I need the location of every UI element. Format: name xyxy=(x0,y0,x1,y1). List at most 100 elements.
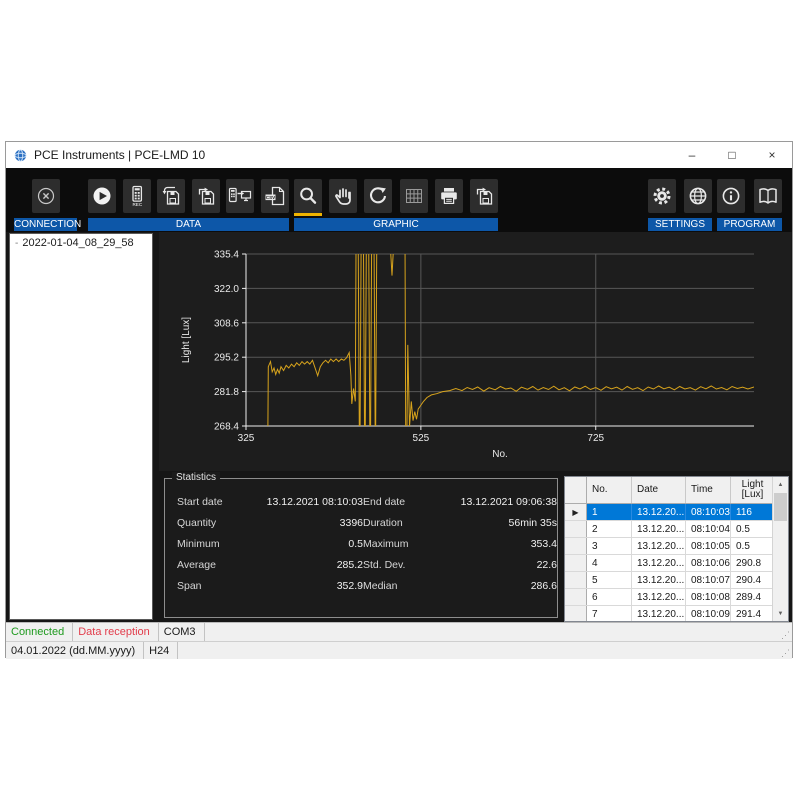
import-file-icon xyxy=(160,185,182,207)
table-row[interactable]: 213.12.20...08:10:040.5 xyxy=(565,521,788,538)
cell-no: 6 xyxy=(587,589,632,605)
language-button[interactable] xyxy=(684,179,712,213)
cell-time: 08:10:09 xyxy=(686,606,731,622)
row-marker xyxy=(565,606,587,622)
info-button[interactable] xyxy=(717,179,745,213)
svg-text:322.0: 322.0 xyxy=(214,284,239,295)
column-header-time[interactable]: Time xyxy=(686,477,731,503)
cell-date: 13.12.20... xyxy=(632,521,686,537)
stat-label: Std. Dev. xyxy=(363,559,457,571)
table-row[interactable]: 413.12.20...08:10:06290.8 xyxy=(565,555,788,572)
toolbar-group-settings: SETTINGS xyxy=(648,178,712,231)
tree-item-measurement[interactable]: -2022-01-04_08_29_58 xyxy=(12,237,150,249)
toolbar-group-program: PROGRAM xyxy=(717,178,782,231)
cell-date: 13.12.20... xyxy=(632,589,686,605)
book-icon xyxy=(756,185,780,207)
settings-button[interactable] xyxy=(648,179,676,213)
stat-label: Maximum xyxy=(363,538,457,550)
maximize-button[interactable]: □ xyxy=(712,142,752,168)
cell-no: 7 xyxy=(587,606,632,622)
cell-light: 116 xyxy=(731,504,773,520)
stat-label: Quantity xyxy=(177,517,263,529)
row-marker xyxy=(565,555,587,571)
svg-text:525: 525 xyxy=(413,433,430,444)
tree-item-label: 2022-01-04_08_29_58 xyxy=(22,237,133,249)
cell-time: 08:10:08 xyxy=(686,589,731,605)
x-axis-label: No. xyxy=(492,449,508,460)
grid-toggle-button[interactable] xyxy=(400,179,428,213)
play-icon xyxy=(91,185,113,207)
column-header-no[interactable]: No. xyxy=(587,477,632,503)
stat-label: Start date xyxy=(177,496,263,508)
cell-time: 08:10:04 xyxy=(686,521,731,537)
light-chart[interactable]: 335.4322.0308.6295.2281.8268.4325525725N… xyxy=(159,232,791,471)
row-marker xyxy=(565,589,587,605)
connection-statusbar: ConnectedData receptionCOM3⋰ xyxy=(6,622,792,641)
grid-icon xyxy=(403,185,425,207)
manual-button[interactable] xyxy=(754,179,782,213)
table-scrollbar[interactable]: ▲ ▼ xyxy=(772,477,788,621)
print-graphic-button[interactable] xyxy=(435,179,463,213)
cell-date: 13.12.20... xyxy=(632,504,686,520)
toolbar-group-connection: CONNECTION xyxy=(14,178,77,231)
cell-light: 0.5 xyxy=(731,521,773,537)
stat-value: 353.4 xyxy=(457,538,557,550)
record-device-button[interactable]: REC xyxy=(123,179,151,213)
pan-tool-button[interactable] xyxy=(329,179,357,213)
reset-zoom-icon xyxy=(367,185,389,207)
svg-text:335.4: 335.4 xyxy=(214,250,239,261)
table-row[interactable]: ▶113.12.20...08:10:03116 xyxy=(565,504,788,521)
cell-date: 13.12.20... xyxy=(632,572,686,588)
table-row[interactable]: 613.12.20...08:10:08289.4 xyxy=(565,589,788,606)
toolbar-group-graphic: GRAPHIC xyxy=(294,178,498,231)
save-graphic-button[interactable] xyxy=(470,179,498,213)
device-record-icon: REC xyxy=(126,185,148,207)
status-item: COM3 xyxy=(159,623,205,641)
toolbar-group-label: SETTINGS xyxy=(648,218,712,231)
tree-expander-icon[interactable]: - xyxy=(15,238,18,249)
row-marker-header xyxy=(565,477,587,503)
zoom-icon xyxy=(297,185,319,207)
export-csv-button[interactable]: CSV xyxy=(261,179,289,213)
row-marker: ▶ xyxy=(565,504,587,520)
table-row[interactable]: 313.12.20...08:10:050.5 xyxy=(565,538,788,555)
table-row[interactable]: 513.12.20...08:10:07290.4 xyxy=(565,572,788,589)
start-measurement-button[interactable] xyxy=(88,179,116,213)
cell-light: 291.4 xyxy=(731,606,773,622)
close-button[interactable]: × xyxy=(752,142,792,168)
scrollbar-thumb[interactable] xyxy=(774,493,787,521)
globe-icon xyxy=(687,185,709,207)
row-marker xyxy=(565,572,587,588)
column-header-date[interactable]: Date xyxy=(632,477,686,503)
load-data-button[interactable] xyxy=(157,179,185,213)
app-window: PCE Instruments | PCE-LMD 10 – □ × CONNE… xyxy=(5,141,793,658)
save-graphic-icon xyxy=(473,185,495,207)
status-item: Data reception xyxy=(73,623,159,641)
save-data-button[interactable] xyxy=(192,179,220,213)
reset-view-button[interactable] xyxy=(364,179,392,213)
stat-label: End date xyxy=(363,496,457,508)
zoom-tool-button[interactable] xyxy=(294,179,322,213)
cell-time: 08:10:07 xyxy=(686,572,731,588)
column-header-light[interactable]: Light [Lux] xyxy=(731,477,773,503)
toolbar-group-label: CONNECTION xyxy=(14,218,77,231)
stat-value: 352.9 xyxy=(263,580,363,592)
stat-value: 13.12.2021 09:06:38 xyxy=(457,496,557,508)
stat-value: 0.5 xyxy=(263,538,363,550)
table-header: No.DateTimeLight [Lux] xyxy=(565,477,788,504)
svg-text:295.2: 295.2 xyxy=(214,353,239,364)
read-device-button[interactable] xyxy=(226,179,254,213)
gear-icon xyxy=(651,185,673,207)
resize-grip-icon: ⋰ xyxy=(781,631,790,640)
disconnect-button[interactable] xyxy=(32,179,60,213)
scroll-up-icon[interactable]: ▲ xyxy=(773,477,788,492)
device-transfer-icon xyxy=(227,185,253,207)
row-marker xyxy=(565,521,587,537)
app-logo-icon xyxy=(14,149,27,162)
main-content: -2022-01-04_08_29_58 335.4322.0308.6295.… xyxy=(6,232,792,622)
stat-label: Average xyxy=(177,559,263,571)
table-row[interactable]: 713.12.20...08:10:09291.4 xyxy=(565,606,788,622)
y-axis-label: Light [Lux] xyxy=(181,317,192,363)
scroll-down-icon[interactable]: ▼ xyxy=(773,606,788,621)
minimize-button[interactable]: – xyxy=(672,142,712,168)
